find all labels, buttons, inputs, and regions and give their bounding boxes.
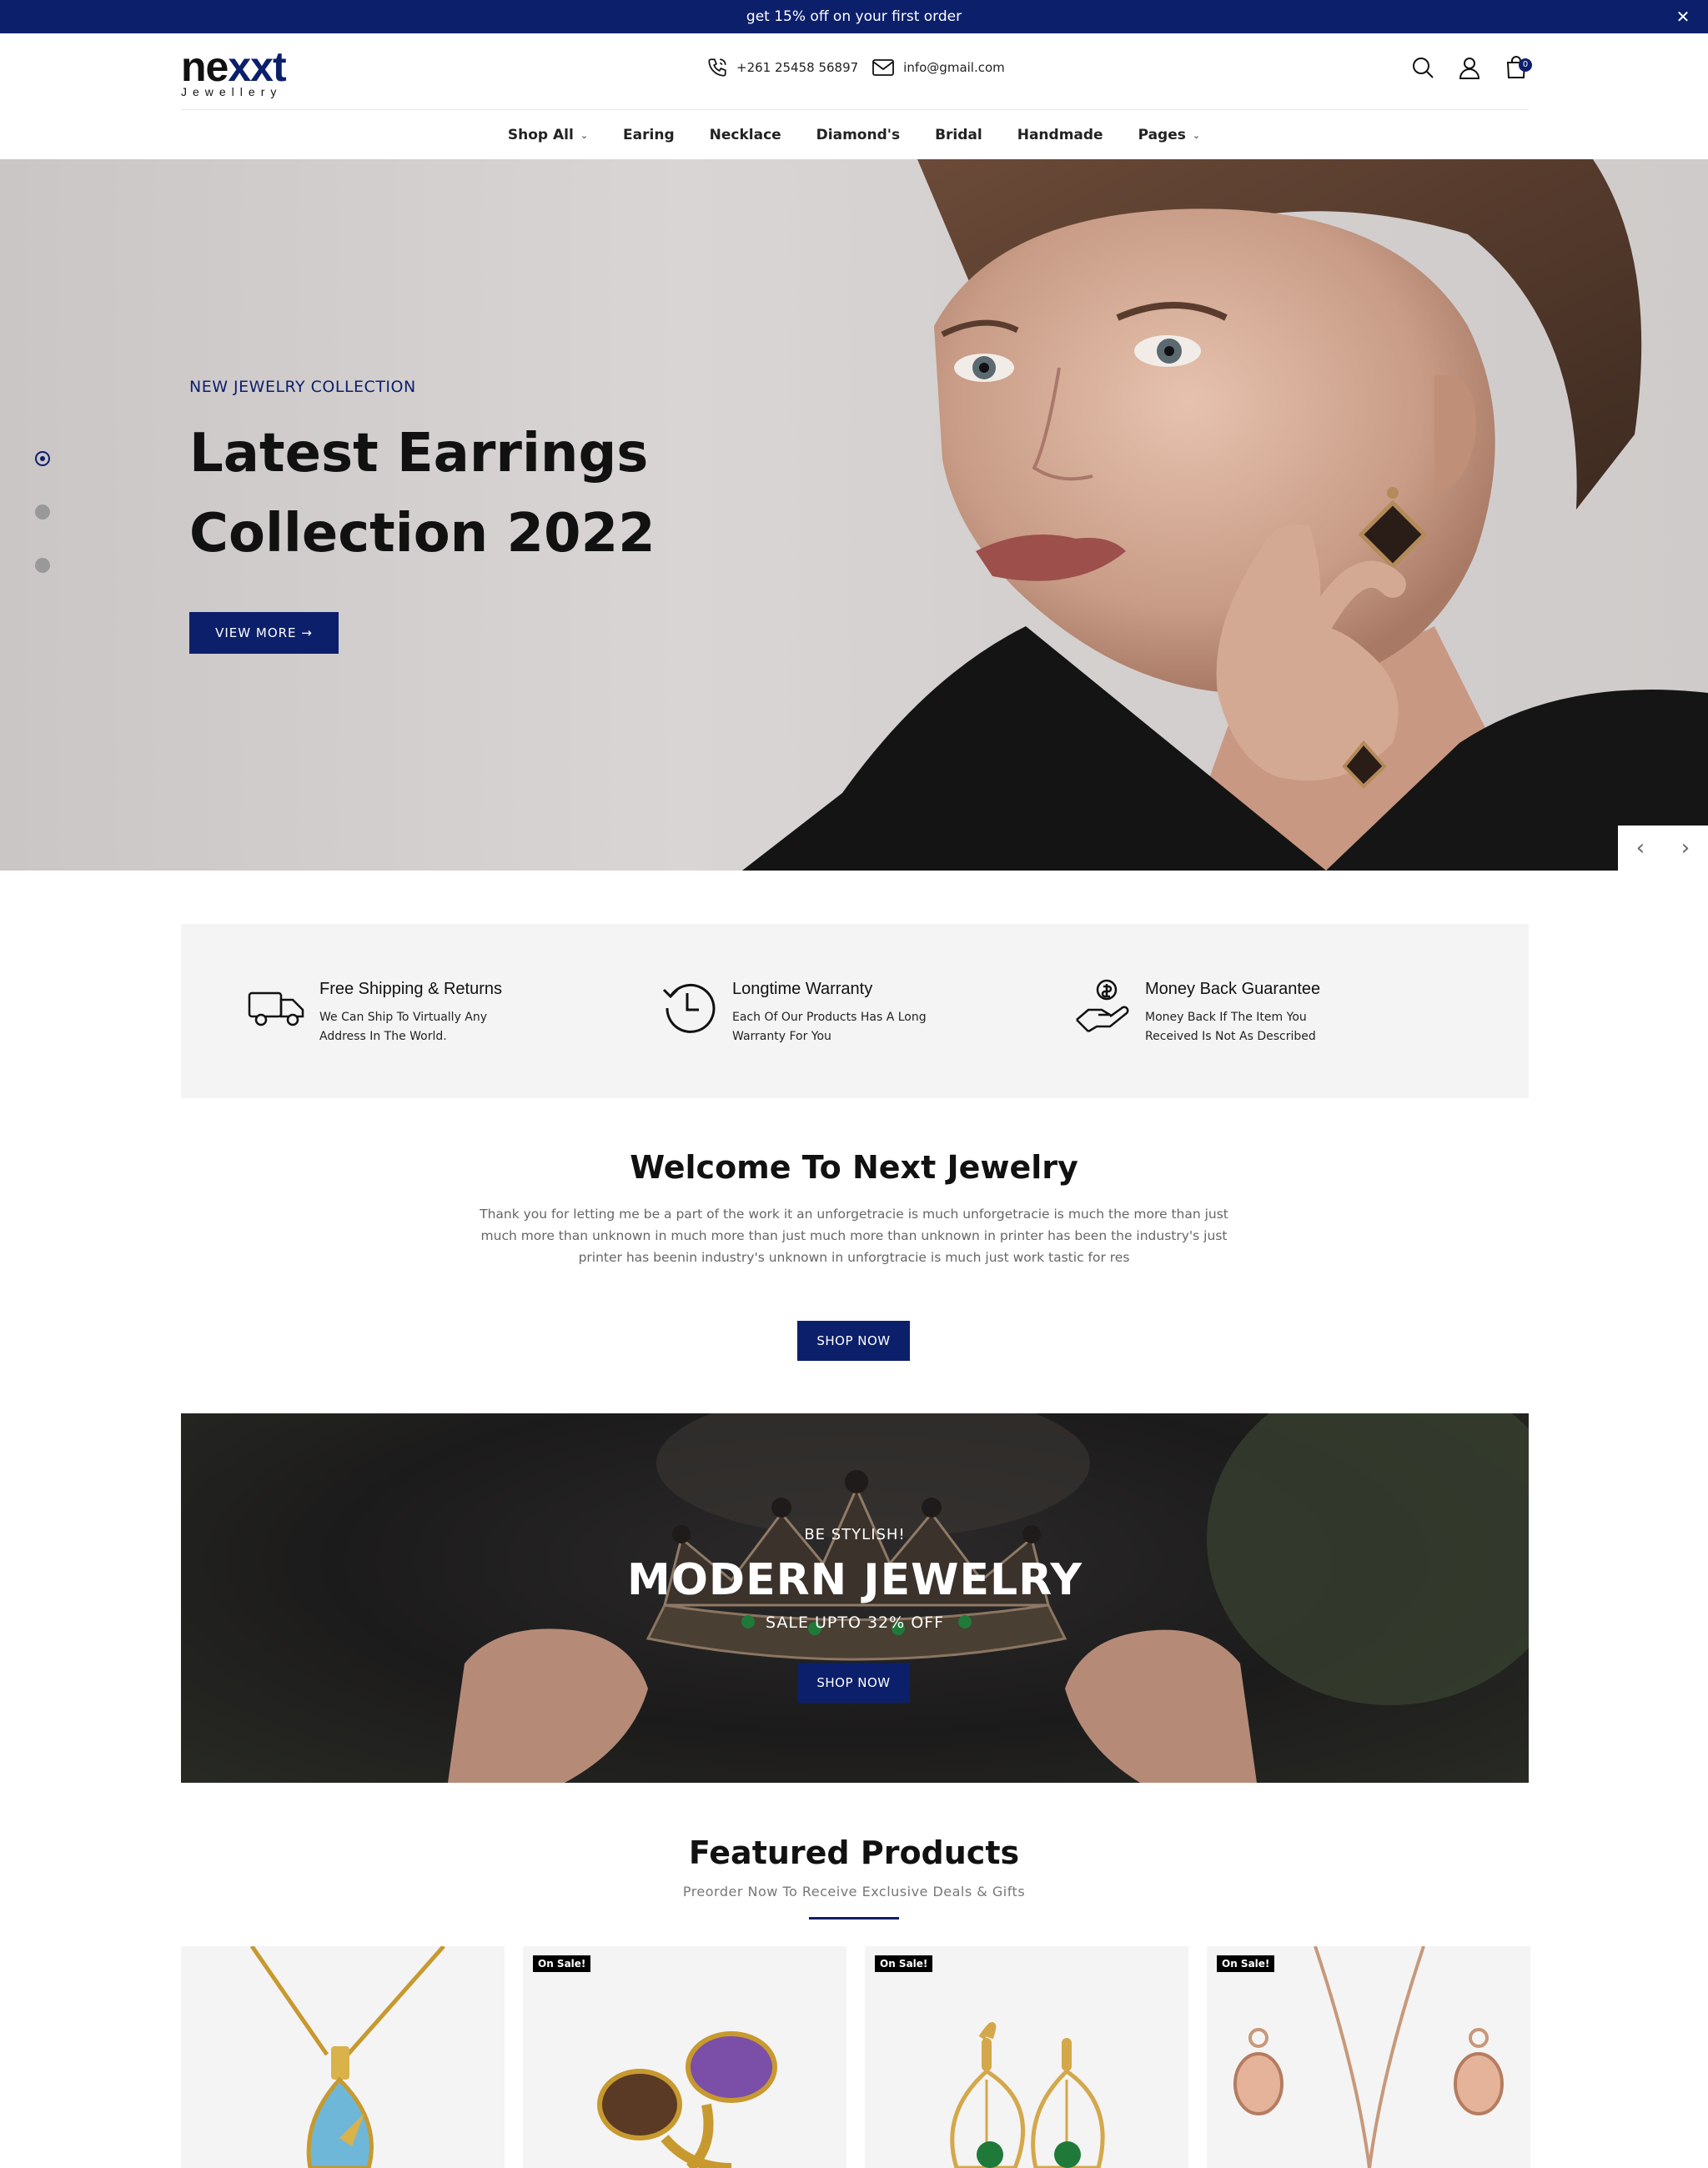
clock-history-icon bbox=[662, 983, 716, 1033]
user-icon[interactable] bbox=[1457, 55, 1482, 80]
cart-icon[interactable]: 0 bbox=[1504, 55, 1532, 80]
feature-shipping: Free Shipping & Returns We Can Ship To V… bbox=[248, 978, 631, 1045]
email-contact[interactable]: info@gmail.com bbox=[872, 58, 1005, 77]
main-nav: Shop All ⌄ Earing Necklace Diamond's Brid… bbox=[0, 111, 1708, 159]
product-card[interactable]: On Sale! bbox=[865, 1946, 1188, 2168]
slider-dot-2[interactable] bbox=[35, 504, 50, 519]
search-icon[interactable] bbox=[1410, 55, 1435, 80]
slider-dot-3[interactable] bbox=[35, 558, 50, 573]
feature-desc: We Can Ship To Virtually Any Address In … bbox=[319, 1011, 488, 1043]
close-icon[interactable]: ✕ bbox=[1673, 7, 1693, 27]
chevron-left-icon[interactable]: ‹ bbox=[1618, 826, 1663, 871]
promo-banner: BE STYLISH! MODERN JEWELRY SALE UPTO 32%… bbox=[181, 1413, 1529, 1783]
slider-arrows: ‹ › bbox=[1618, 826, 1708, 871]
view-more-button[interactable]: VIEW MORE → bbox=[189, 612, 339, 654]
cart-count-badge: 0 bbox=[1519, 58, 1532, 72]
features-strip: Free Shipping & Returns We Can Ship To V… bbox=[181, 924, 1529, 1098]
shop-now-button[interactable]: SHOP NOW bbox=[797, 1321, 910, 1361]
truck-icon bbox=[248, 991, 304, 1026]
gemstone-ring-image bbox=[597, 2031, 777, 2168]
feature-title: Money Back Guarantee bbox=[1145, 980, 1321, 998]
banner-shop-now-button[interactable]: SHOP NOW bbox=[797, 1663, 910, 1703]
brand-logo[interactable]: nexxt Jewellery bbox=[181, 45, 314, 103]
announcement-text: get 15% off on your first order bbox=[746, 8, 962, 25]
hero-title: Latest Earrings Collection 2022 bbox=[189, 423, 656, 565]
hero-slider: NEW JEWELRY COLLECTION Latest Earrings C… bbox=[0, 159, 1708, 871]
slider-dot-1[interactable] bbox=[35, 451, 50, 466]
logo-text: ne bbox=[181, 43, 229, 90]
chevron-right-icon[interactable]: › bbox=[1663, 826, 1708, 871]
featured-subtitle: Preorder Now To Receive Exclusive Deals … bbox=[682, 1884, 1026, 1900]
feather-earrings-image bbox=[950, 2022, 1105, 2168]
feature-warranty: Longtime Warranty Each Of Our Products H… bbox=[661, 978, 1044, 1045]
banner-kicker: BE STYLISH! bbox=[804, 1526, 906, 1543]
welcome-text: Thank you for letting me be a part of th… bbox=[480, 1207, 1228, 1265]
chevron-down-icon: ⌄ bbox=[580, 129, 589, 141]
nav-earing[interactable]: Earing bbox=[605, 127, 692, 143]
logo-tagline: Jewellery bbox=[181, 85, 283, 98]
section-divider bbox=[809, 1917, 899, 1920]
product-card[interactable]: On Sale! bbox=[1207, 1946, 1530, 2168]
product-card[interactable] bbox=[181, 1946, 505, 2168]
hero-model-image bbox=[742, 159, 1708, 871]
announcement-bar: get 15% off on your first order ✕ bbox=[0, 0, 1708, 33]
banner-subtitle: SALE UPTO 32% OFF bbox=[765, 1613, 945, 1632]
chevron-down-icon: ⌄ bbox=[1192, 129, 1201, 141]
phone-icon bbox=[708, 58, 726, 77]
rose-gold-set-image bbox=[1233, 1946, 1504, 2168]
nav-handmade[interactable]: Handmade bbox=[1000, 127, 1121, 143]
product-grid: On Sale! On Sale! On Sale! bbox=[181, 1946, 1530, 2168]
phone-contact[interactable]: +261 25458 56897 bbox=[706, 57, 858, 78]
welcome-title: Welcome To Next Jewelry bbox=[630, 1149, 1078, 1186]
feature-title: Free Shipping & Returns bbox=[319, 980, 503, 998]
nav-necklace[interactable]: Necklace bbox=[692, 127, 799, 143]
nav-bridal[interactable]: Bridal bbox=[917, 127, 1000, 143]
phone-number: +261 25458 56897 bbox=[736, 60, 859, 75]
feature-money-back: Money Back Guarantee Money Back If The I… bbox=[1073, 978, 1457, 1045]
mail-icon bbox=[872, 59, 895, 76]
pendant-necklace-image bbox=[249, 1946, 445, 2168]
money-hand-icon bbox=[1076, 979, 1129, 1033]
featured-title: Featured Products bbox=[688, 1834, 1020, 1871]
feature-title: Longtime Warranty bbox=[732, 980, 873, 998]
header-actions: 0 bbox=[1410, 55, 1532, 80]
feature-desc: Money Back If The Item You Received Is N… bbox=[1145, 1011, 1316, 1043]
site-header: nexxt Jewellery +261 25458 56897 info@gm… bbox=[181, 33, 1532, 110]
banner-title: MODERN JEWELRY bbox=[626, 1555, 1083, 1605]
nav-shop-all[interactable]: Shop All ⌄ bbox=[490, 127, 605, 143]
email-address: info@gmail.com bbox=[903, 60, 1005, 75]
slider-dots bbox=[35, 451, 50, 611]
logo-mark: xxt bbox=[228, 43, 286, 90]
hero-kicker: NEW JEWELRY COLLECTION bbox=[189, 378, 416, 396]
contact-info: +261 25458 56897 info@gmail.com bbox=[706, 57, 1005, 78]
feature-desc: Each Of Our Products Has A Long Warranty… bbox=[732, 1011, 927, 1043]
nav-pages[interactable]: Pages ⌄ bbox=[1121, 127, 1218, 143]
product-card[interactable]: On Sale! bbox=[523, 1946, 846, 2168]
nav-diamonds[interactable]: Diamond's bbox=[799, 127, 917, 143]
